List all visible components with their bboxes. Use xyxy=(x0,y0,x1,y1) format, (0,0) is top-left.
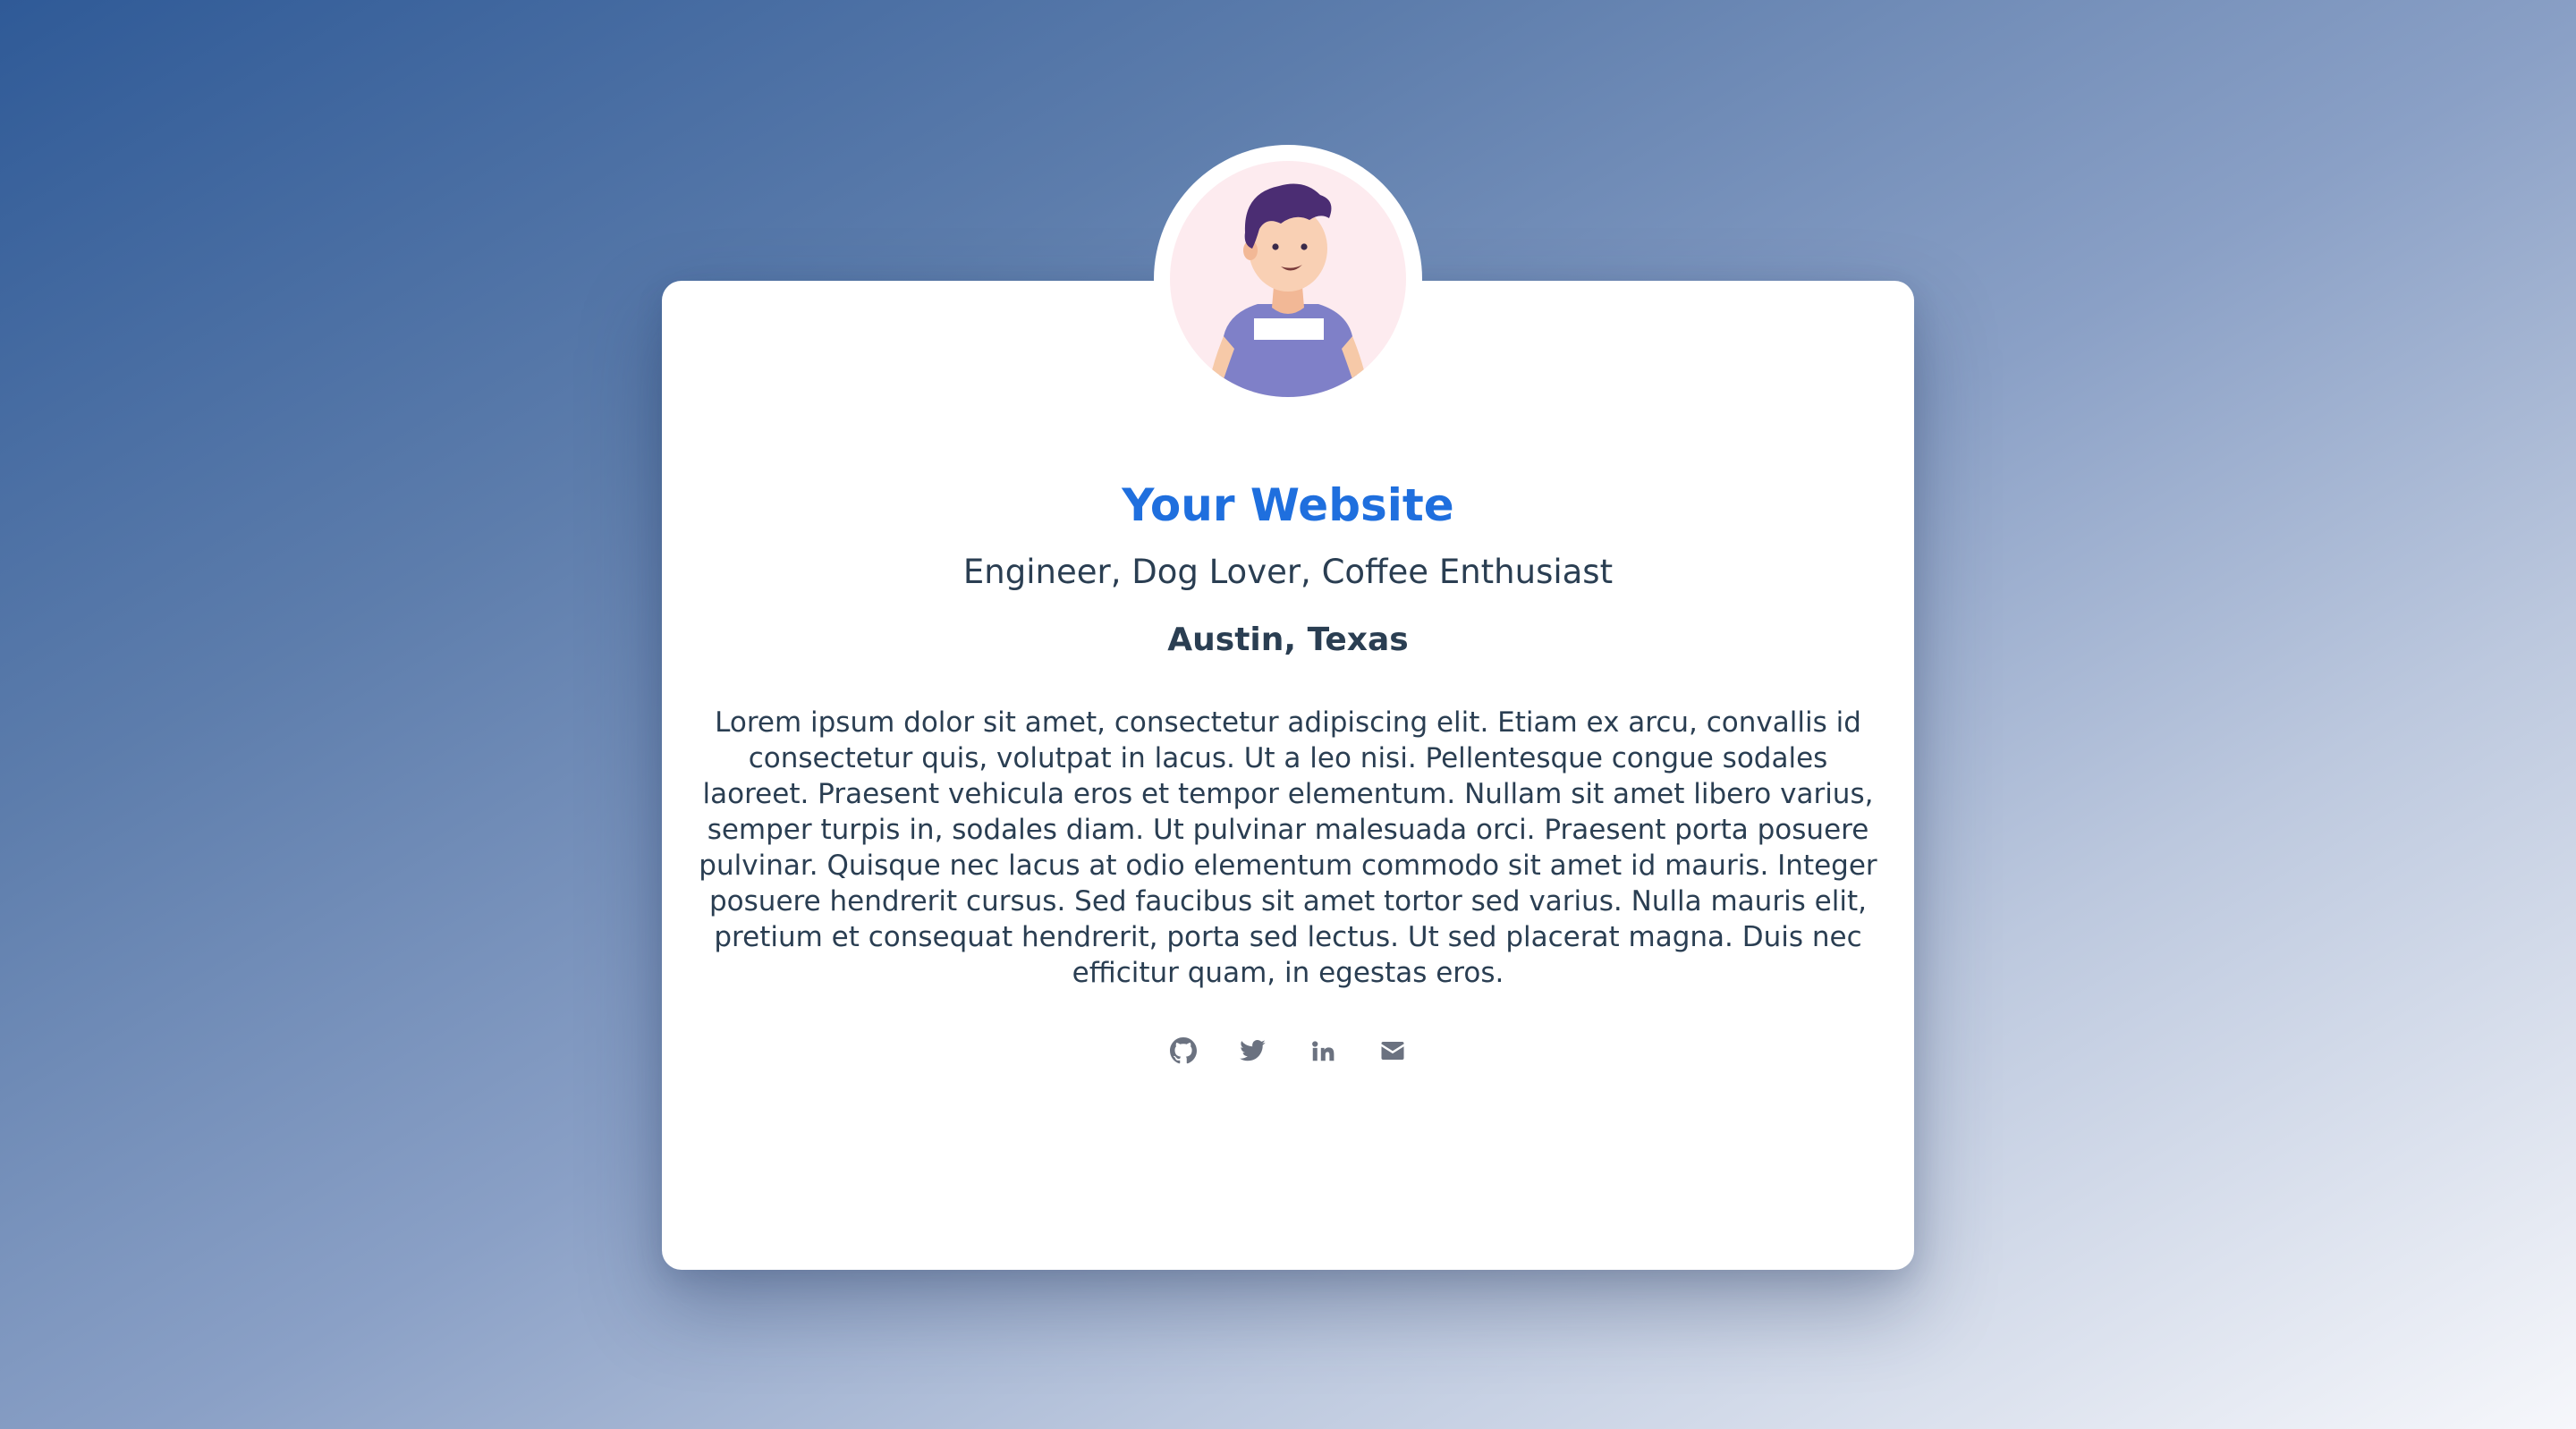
profile-content: Your Website Engineer, Dog Lover, Coffee… xyxy=(662,474,1914,1064)
avatar-illustration xyxy=(1209,183,1367,397)
social-links xyxy=(662,1037,1914,1064)
twitter-link[interactable] xyxy=(1240,1037,1267,1064)
site-title: Your Website xyxy=(1122,479,1454,531)
linkedin-link[interactable] xyxy=(1309,1037,1336,1064)
email-icon xyxy=(1381,1042,1404,1060)
twitter-icon xyxy=(1240,1039,1266,1061)
bio: Lorem ipsum dolor sit amet, consectetur … xyxy=(699,706,1877,989)
github-link[interactable] xyxy=(1170,1037,1197,1064)
location: Austin, Texas xyxy=(1167,621,1409,658)
tagline: Engineer, Dog Lover, Coffee Enthusiast xyxy=(962,553,1614,591)
github-icon xyxy=(1170,1037,1197,1064)
avatar-ring xyxy=(1154,145,1422,413)
email-link[interactable] xyxy=(1379,1037,1406,1064)
linkedin-icon xyxy=(1312,1041,1335,1061)
avatar xyxy=(1170,161,1406,397)
